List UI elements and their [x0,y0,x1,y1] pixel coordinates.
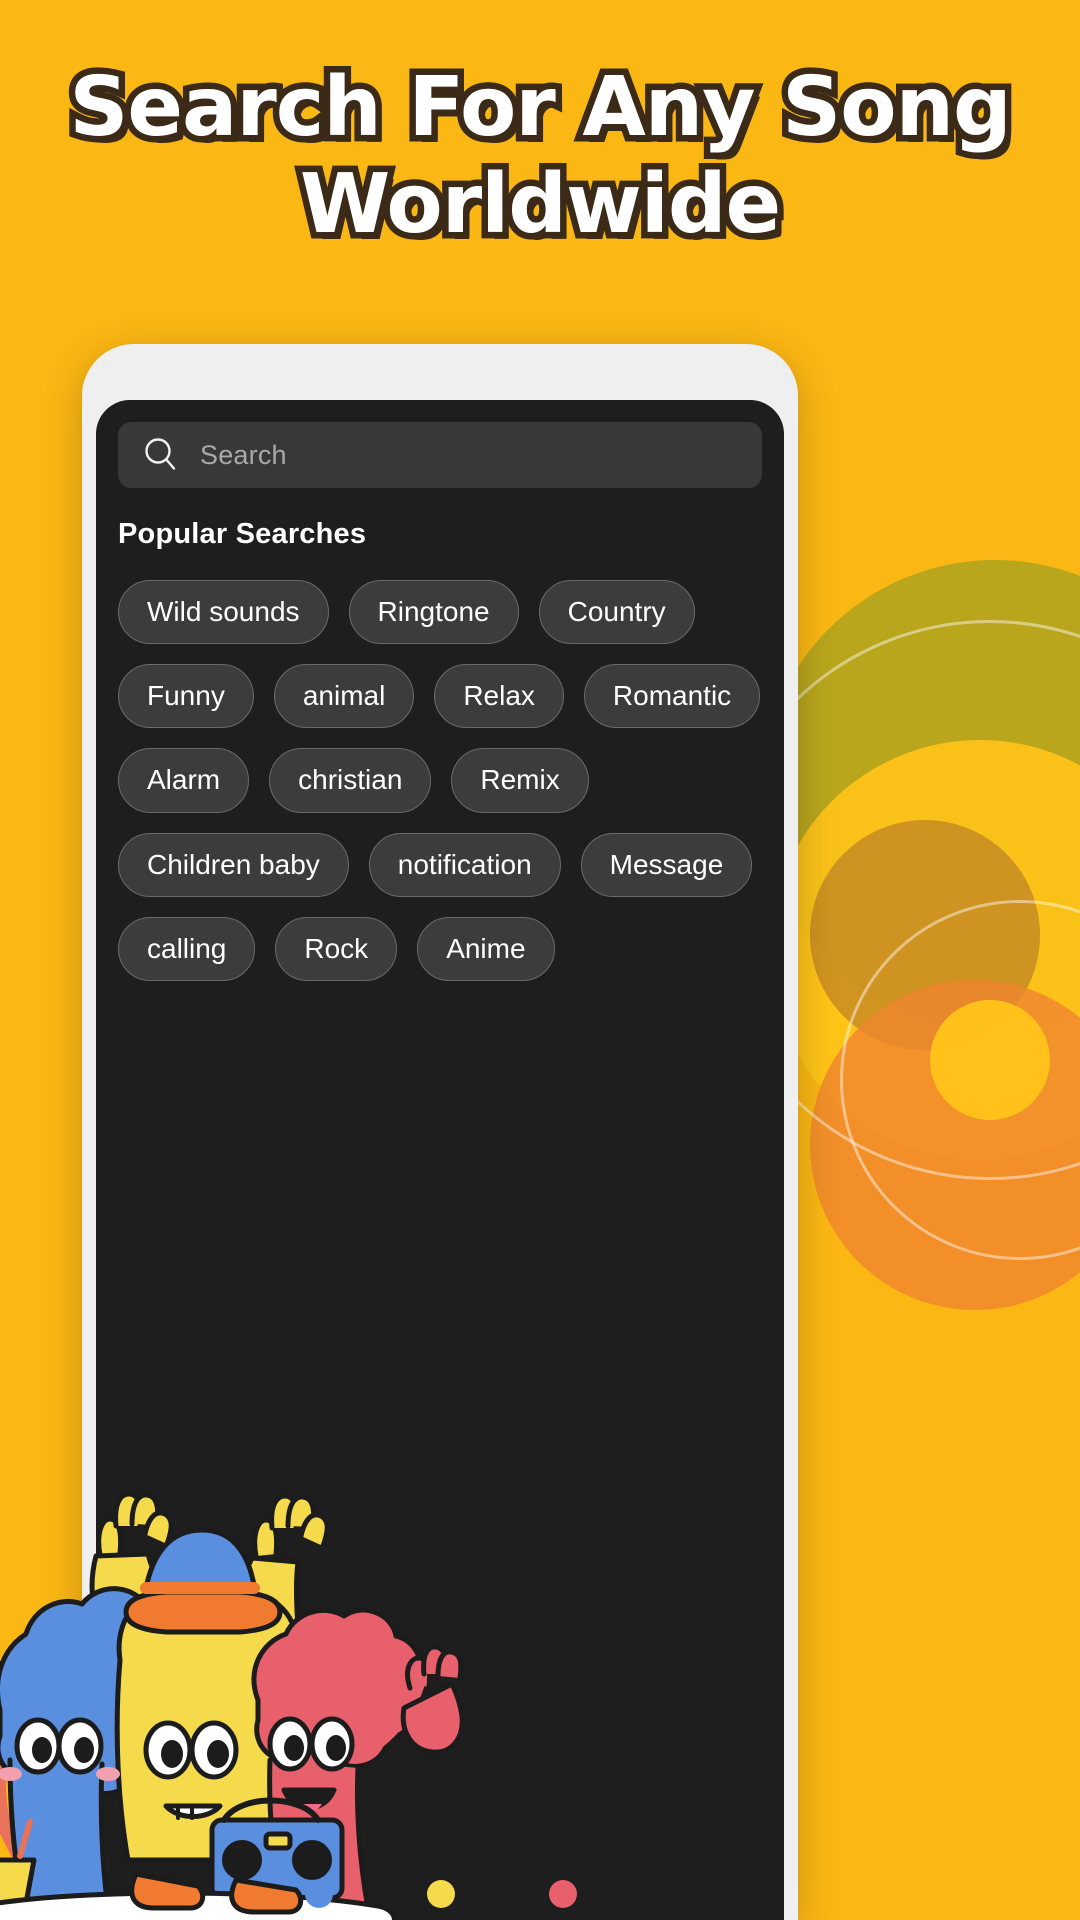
chip-children-baby[interactable]: Children baby [118,832,349,897]
chip-remix[interactable]: Remix [451,748,589,813]
search-placeholder: Search [200,439,287,470]
bottom-nav-dots [96,1874,786,1914]
chip-anime[interactable]: Anime [417,916,555,981]
headline-line-2: Worldwide [293,150,787,258]
chip-animal[interactable]: animal [273,664,415,729]
chip-alarm[interactable]: Alarm [118,748,250,813]
chip-country[interactable]: Country [538,580,695,645]
chip-calling[interactable]: calling [118,916,256,981]
chip-funny[interactable]: Funny [118,664,254,729]
chip-romantic[interactable]: Romantic [583,664,761,729]
phone-mockup-frame: Search Popular Searches Wild sounds Ring… [82,344,798,1920]
chip-relax[interactable]: Relax [434,664,564,729]
nav-dot-blue[interactable] [305,1880,333,1908]
nav-dot-yellow[interactable] [427,1880,455,1908]
chip-notification[interactable]: notification [368,832,561,897]
chip-christian[interactable]: christian [269,748,432,813]
popular-searches-title: Popular Searches [118,518,367,550]
chip-rock[interactable]: Rock [275,916,398,981]
chip-wild-sounds[interactable]: Wild sounds [118,580,329,645]
headline-line-1: Search For Any Song [63,54,1018,162]
chip-ringtone[interactable]: Ringtone [348,580,519,645]
search-input[interactable]: Search [118,422,762,488]
phone-screen: Search Popular Searches Wild sounds Ring… [96,400,784,1920]
nav-dot-red[interactable] [549,1880,577,1908]
chip-message[interactable]: Message [580,832,753,897]
search-icon [145,438,176,470]
page-title: Search For Any Song Worldwide [0,54,1080,259]
popular-searches-chip-list: Wild sounds Ringtone Country Funny anima… [118,580,776,981]
